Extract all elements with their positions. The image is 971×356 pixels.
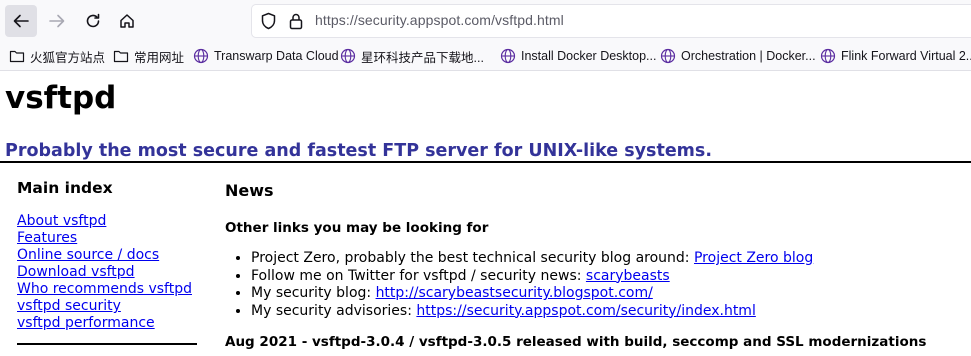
link-security-advisories[interactable]: https://security.appspot.com/security/in… — [416, 303, 755, 319]
folder-icon — [113, 50, 129, 63]
sidebar-item: Online source / docs — [17, 247, 207, 264]
bookmark-label: Install Docker Desktop... — [521, 49, 657, 63]
news-heading: News — [225, 181, 274, 200]
reload-button[interactable] — [77, 5, 109, 37]
sidebar-link-performance[interactable]: vsftpd performance — [17, 315, 155, 331]
home-icon — [120, 14, 134, 28]
bookmark-label: 常用网址 — [134, 50, 185, 65]
sidebar-link-features[interactable]: Features — [17, 230, 77, 246]
page-content: vsftpd Probably the most secure and fast… — [0, 71, 971, 356]
list-item: My security blog: http://scarybeastsecur… — [251, 285, 971, 303]
page-title: vsftpd — [5, 80, 117, 116]
address-bar[interactable]: https://security.appspot.com/vsftpd.html — [252, 5, 971, 37]
sidebar-item: Who recommends vsftpd — [17, 281, 207, 298]
arrow-right-icon — [49, 14, 65, 28]
list-item-text: My security advisories: — [251, 302, 417, 319]
url-text[interactable]: https://security.appspot.com/vsftpd.html — [315, 12, 564, 28]
bookmark-label: Flink Forward Virtual 2... — [841, 49, 971, 63]
bookmark-label: 星环科技产品下载地... — [361, 50, 484, 65]
reload-icon — [86, 13, 100, 28]
sidebar-link-security[interactable]: vsftpd security — [17, 298, 121, 314]
globe-icon — [340, 48, 356, 64]
list-item-text: Project Zero, probably the best technica… — [251, 250, 694, 266]
sidebar-item: Download vsftpd — [17, 264, 207, 281]
bookmark-label: Transwarp Data Cloud — [214, 49, 339, 63]
home-button[interactable] — [111, 5, 143, 37]
sidebar-link-recommends[interactable]: Who recommends vsftpd — [17, 281, 192, 297]
links-list: Project Zero, probably the best technica… — [225, 250, 971, 320]
sidebar-links: About vsftpd Features Online source / do… — [17, 213, 207, 332]
sidebar-divider — [17, 343, 197, 345]
bookmark-install-docker[interactable]: Install Docker Desktop... — [500, 42, 656, 70]
globe-icon — [500, 48, 516, 64]
page-tagline: Probably the most secure and fastest FTP… — [5, 141, 712, 161]
back-button[interactable] — [5, 5, 37, 37]
bookmark-label: 火狐官方站点 — [30, 50, 106, 65]
sidebar-item: vsftpd performance — [17, 315, 207, 332]
bookmarks-bar: 火狐官方站点 常用网址 Transwarp Data Cloud 星环科技产品下… — [0, 42, 971, 71]
shield-icon[interactable] — [260, 12, 277, 34]
bookmark-label: Orchestration | Docker... — [681, 49, 816, 63]
bookmark-orchestration[interactable]: Orchestration | Docker... — [660, 42, 816, 70]
browser-toolbar: https://security.appspot.com/vsftpd.html — [0, 0, 971, 42]
list-item: My security advisories: https://security… — [251, 303, 971, 321]
sidebar-link-source-docs[interactable]: Online source / docs — [17, 247, 159, 263]
globe-icon — [193, 48, 209, 64]
arrow-left-icon — [13, 14, 29, 28]
forward-button[interactable] — [41, 5, 73, 37]
lock-icon[interactable] — [288, 12, 304, 34]
link-project-zero[interactable]: Project Zero blog — [694, 250, 813, 266]
bookmark-transwarp[interactable]: Transwarp Data Cloud — [193, 42, 339, 70]
link-twitter[interactable]: scarybeasts — [586, 268, 670, 284]
bookmark-folder-changyong[interactable]: 常用网址 — [113, 42, 184, 70]
list-item-text: Follow me on Twitter for vsftpd / securi… — [251, 267, 586, 284]
news-headline: Aug 2021 - vsftpd-3.0.4 / vsftpd-3.0.5 r… — [225, 334, 927, 350]
sidebar-link-download[interactable]: Download vsftpd — [17, 264, 135, 280]
sidebar-link-about[interactable]: About vsftpd — [17, 213, 106, 229]
globe-icon — [660, 48, 676, 64]
folder-icon — [9, 50, 25, 63]
link-security-blog[interactable]: http://scarybeastsecurity.blogspot.com/ — [376, 285, 653, 301]
sidebar-heading: Main index — [17, 179, 113, 197]
header-divider — [0, 161, 971, 163]
list-item: Follow me on Twitter for vsftpd / securi… — [251, 268, 971, 286]
bookmark-folder-huohu[interactable]: 火狐官方站点 — [9, 42, 105, 70]
sidebar: Main index About vsftpd Features Online … — [17, 177, 207, 332]
bookmark-flink-forward[interactable]: Flink Forward Virtual 2... — [820, 42, 971, 70]
sidebar-item: Features — [17, 230, 207, 247]
links-subheading: Other links you may be looking for — [225, 220, 489, 236]
sidebar-item: About vsftpd — [17, 213, 207, 230]
sidebar-item: vsftpd security — [17, 298, 207, 315]
list-item: Project Zero, probably the best technica… — [251, 250, 971, 268]
globe-icon — [820, 48, 836, 64]
list-item-text: My security blog: — [251, 285, 376, 301]
bookmark-xinghuan[interactable]: 星环科技产品下载地... — [340, 42, 484, 70]
